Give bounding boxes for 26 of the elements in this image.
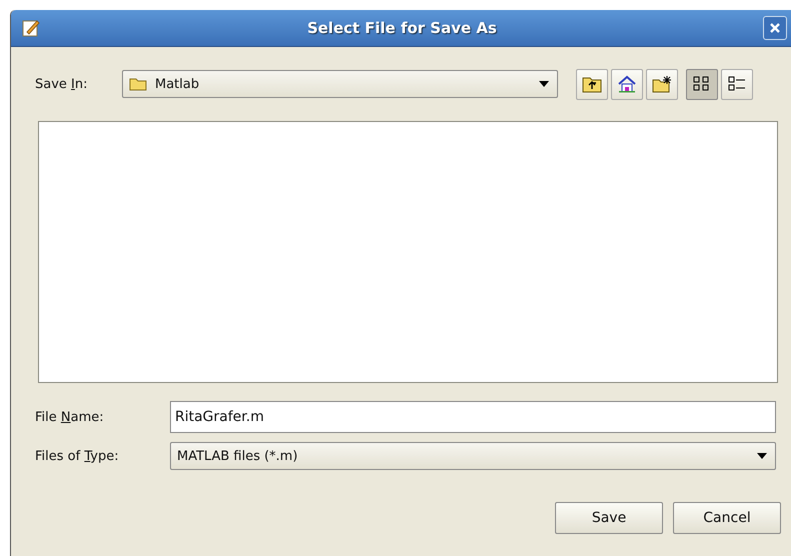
cancel-button[interactable]: Cancel	[673, 502, 781, 534]
close-icon	[769, 22, 781, 34]
file-type-label: Files of Type:	[35, 448, 120, 464]
new-folder-icon	[652, 75, 672, 93]
file-name-label: File Name:	[35, 410, 105, 424]
folder-icon	[129, 77, 147, 91]
file-type-dropdown[interactable]: MATLAB files (*.m)	[170, 442, 776, 470]
window-title: Select File for Save As	[306, 19, 498, 37]
up-folder-icon	[582, 75, 602, 93]
details-view-button[interactable]	[721, 68, 753, 100]
home-icon	[617, 75, 637, 93]
list-view-button[interactable]	[686, 68, 718, 100]
folder-name: Matlab	[155, 76, 200, 92]
home-button[interactable]	[611, 68, 643, 100]
file-name-field[interactable]: RitaGrafer.m	[170, 401, 776, 433]
save-in-dropdown[interactable]: Matlab	[122, 70, 558, 98]
caret-icon	[539, 81, 549, 87]
close-button[interactable]	[763, 16, 787, 40]
up-folder-button[interactable]	[576, 68, 608, 100]
new-folder-button[interactable]	[646, 68, 678, 100]
save-button[interactable]: Save	[555, 502, 663, 534]
notepad-icon	[21, 18, 41, 38]
save-in-label: Save In:	[35, 76, 89, 92]
caret-icon	[757, 453, 767, 459]
file-type-value: MATLAB files (*.m)	[177, 448, 299, 464]
list-icon	[727, 75, 747, 93]
